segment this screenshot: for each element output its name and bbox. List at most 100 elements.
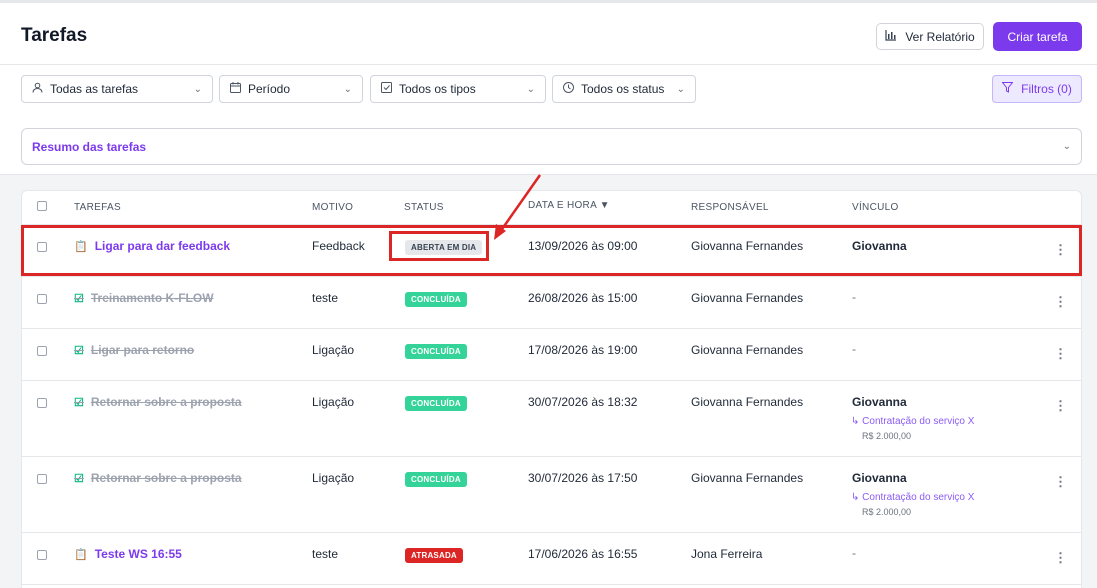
task-title-text: Retornar sobre a proposta [90, 395, 242, 409]
more-actions-icon[interactable]: ⋮ [1054, 399, 1067, 412]
row-checkbox[interactable] [37, 346, 47, 356]
clipboard-check-icon: ☑ [74, 292, 84, 305]
task-owner: Giovanna Fernandes [691, 239, 804, 253]
task-datetime: 17/06/2026 às 16:55 [528, 547, 638, 561]
type-filter-label: Todos os tipos [399, 82, 476, 96]
task-datetime: 30/07/2026 às 18:32 [528, 395, 638, 409]
deal-link[interactable]: ↳ Contratação do serviço X [851, 492, 974, 503]
column-header-owner[interactable]: RESPONSÁVEL [691, 202, 769, 213]
deal-price: R$ 2.000,00 [862, 507, 912, 517]
more-actions-icon[interactable]: ⋮ [1054, 551, 1067, 564]
task-title-text: Ligar para retorno [90, 343, 195, 357]
clipboard-check-icon: ☑ [74, 396, 84, 409]
task-link[interactable]: Giovanna [852, 471, 907, 485]
table-row[interactable]: ☑ Treinamento K-FLOW teste CONCLUÍDA 26/0… [22, 277, 1081, 329]
task-reason: Ligação [312, 343, 355, 357]
period-filter-label: Período [248, 82, 291, 96]
task-owner: Giovanna Fernandes [691, 343, 804, 357]
task-title[interactable]: ☑ Ligar para retorno [74, 343, 194, 357]
task-title[interactable]: ☑ Retornar sobre a proposta [74, 471, 242, 485]
task-summary-label: Resumo das tarefas [32, 139, 147, 154]
page-title: Tarefas [21, 25, 88, 46]
chevron-down-icon: ⌄ [676, 83, 685, 95]
checkbox-icon [381, 82, 392, 96]
task-owner: Giovanna Fernandes [691, 471, 804, 485]
task-title[interactable]: ☑ Treinamento K-FLOW [74, 291, 214, 305]
row-checkbox[interactable] [37, 294, 47, 304]
status-badge: CONCLUÍDA [405, 292, 467, 307]
task-reason: Ligação [312, 395, 355, 409]
clipboard-check-icon: ☑ [74, 472, 84, 485]
task-owner-filter[interactable]: Todas as tarefas ⌄ [21, 75, 213, 103]
funnel-icon [1001, 82, 1014, 96]
task-reason: Ligação [312, 471, 355, 485]
table-row[interactable]: 📋 Teste WS 16:55 teste ATRASADA 17/06/202… [22, 533, 1081, 585]
status-badge: CONCLUÍDA [405, 472, 467, 487]
more-actions-icon[interactable]: ⋮ [1054, 475, 1067, 488]
clipboard-icon: 📋 [74, 548, 88, 561]
column-header-reason[interactable]: MOTIVO [312, 202, 353, 213]
select-all-checkbox[interactable] [37, 201, 47, 211]
create-task-button[interactable]: Criar tarefa [993, 22, 1082, 51]
tasks-table: TAREFAS MOTIVO STATUS DATA E HORA ▼ RESP… [21, 190, 1082, 588]
table-row[interactable]: ☑ Retornar sobre a proposta Ligação CONCL… [22, 457, 1081, 533]
filters-button-label: Filtros (0) [1021, 82, 1072, 96]
filters-button[interactable]: Filtros (0) [992, 75, 1082, 103]
column-header-status[interactable]: STATUS [404, 202, 444, 213]
task-link: - [852, 546, 856, 560]
row-checkbox[interactable] [37, 398, 47, 408]
task-link: - [852, 290, 856, 304]
row-checkbox[interactable] [37, 550, 47, 560]
user-icon [32, 82, 43, 96]
task-datetime: 30/07/2026 às 17:50 [528, 471, 638, 485]
column-header-tasks[interactable]: TAREFAS [74, 202, 121, 213]
task-link[interactable]: Giovanna [852, 395, 907, 409]
period-filter[interactable]: Período ⌄ [219, 75, 363, 103]
report-button[interactable]: Ver Relatório [876, 23, 984, 50]
task-owner: Jona Ferreira [691, 547, 763, 561]
status-badge: CONCLUÍDA [405, 396, 467, 411]
task-link: - [852, 342, 856, 356]
task-title-text: Retornar sobre a proposta [90, 471, 242, 485]
task-title[interactable]: 📋 Ligar para dar feedback [74, 239, 230, 253]
task-link[interactable]: Giovanna [852, 239, 907, 253]
clipboard-check-icon: ☑ [74, 344, 84, 357]
table-row[interactable]: ☑ Ligar para retorno Ligação CONCLUÍDA 17… [22, 329, 1081, 381]
task-datetime: 17/08/2026 às 19:00 [528, 343, 638, 357]
task-title[interactable]: ☑ Retornar sobre a proposta [74, 395, 242, 409]
task-owner: Giovanna Fernandes [691, 395, 804, 409]
more-actions-icon[interactable]: ⋮ [1054, 295, 1067, 308]
chevron-down-icon: ⌄ [526, 83, 535, 95]
status-filter-label: Todos os status [581, 82, 665, 96]
deal-price: R$ 2.000,00 [862, 431, 912, 441]
table-header: TAREFAS MOTIVO STATUS DATA E HORA ▼ RESP… [22, 191, 1081, 225]
calendar-icon [230, 82, 241, 96]
task-reason: teste [312, 547, 339, 561]
column-header-link[interactable]: VÍNCULO [852, 202, 899, 213]
task-summary-accordion[interactable]: Resumo das tarefas ⌄ [21, 128, 1082, 165]
table-row[interactable]: 📋 Ligar para dar feedback Feedback ABERTA… [22, 225, 1081, 277]
task-title-text: Ligar para dar feedback [94, 239, 231, 253]
more-actions-icon[interactable]: ⋮ [1054, 243, 1067, 256]
task-reason: Feedback [312, 239, 365, 253]
row-checkbox[interactable] [37, 474, 47, 484]
task-title[interactable]: 📋 Teste WS 16:55 [74, 547, 182, 561]
task-datetime: 13/09/2026 às 09:00 [528, 239, 638, 253]
task-owner: Giovanna Fernandes [691, 291, 804, 305]
filter-bar: Todas as tarefas ⌄ Período ⌄ Todos os ti… [0, 65, 1097, 175]
task-title-text: Treinamento K-FLOW [90, 291, 214, 305]
table-row[interactable]: ☑ Retornar sobre a proposta Ligação CONCL… [22, 381, 1081, 457]
status-filter[interactable]: Todos os status ⌄ [552, 75, 696, 103]
chevron-down-icon: ⌄ [193, 83, 202, 95]
more-actions-icon[interactable]: ⋮ [1054, 347, 1067, 360]
column-header-datetime[interactable]: DATA E HORA ▼ [528, 200, 610, 211]
task-title-text: Teste WS 16:55 [94, 547, 182, 561]
report-button-label: Ver Relatório [905, 29, 975, 44]
clock-icon [563, 82, 574, 96]
status-badge: ATRASADA [405, 548, 463, 563]
row-checkbox[interactable] [37, 242, 47, 252]
task-reason: teste [312, 291, 339, 305]
deal-link[interactable]: ↳ Contratação do serviço X [851, 416, 974, 427]
type-filter[interactable]: Todos os tipos ⌄ [370, 75, 546, 103]
task-owner-filter-label: Todas as tarefas [50, 82, 139, 96]
